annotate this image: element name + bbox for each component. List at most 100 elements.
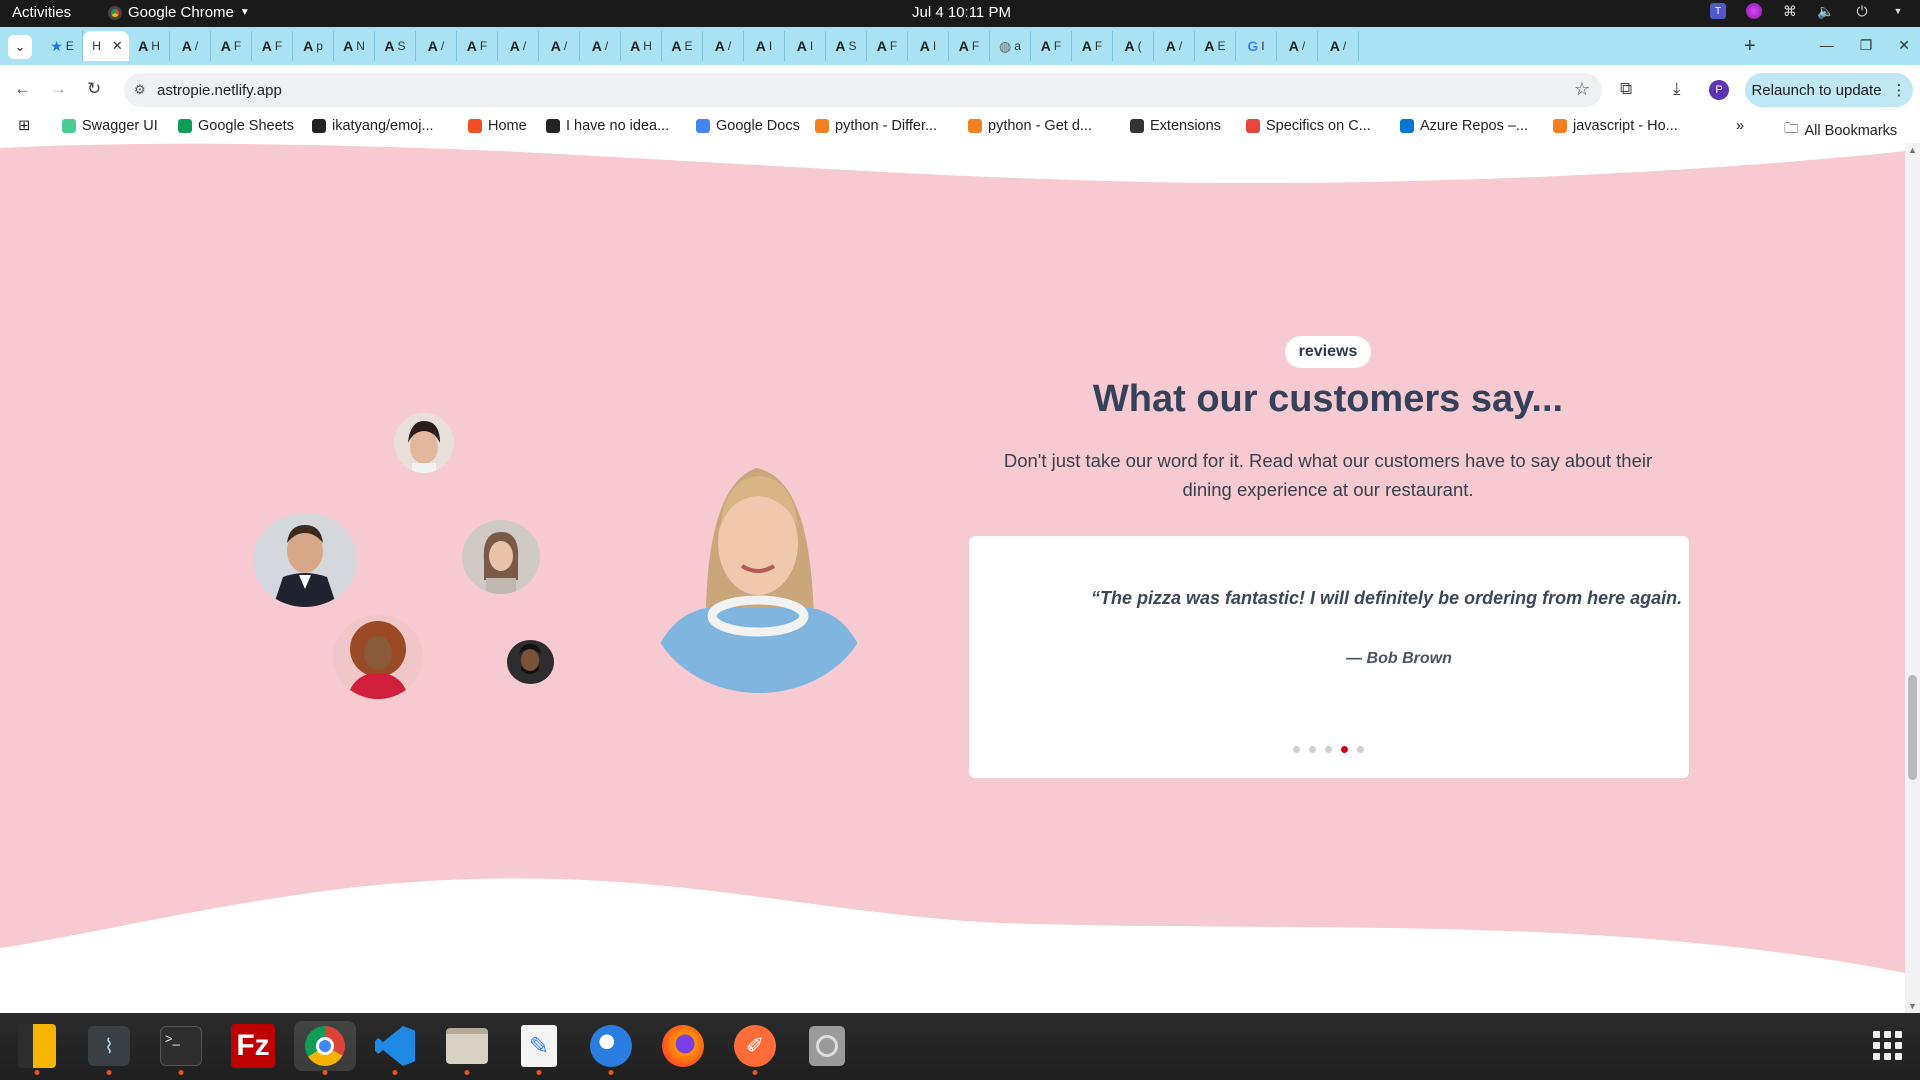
- system-monitor-launcher[interactable]: ⌇: [84, 1021, 134, 1075]
- bookmark-item[interactable]: I have no idea...: [546, 118, 669, 134]
- page-scrollbar[interactable]: ▲ ▼: [1905, 143, 1920, 1013]
- thunderbird-launcher[interactable]: [586, 1021, 636, 1075]
- carousel-dot[interactable]: [1357, 746, 1364, 753]
- postman-launcher[interactable]: ✐: [730, 1021, 780, 1075]
- relaunch-label: Relaunch to update: [1751, 81, 1882, 99]
- bookmark-item[interactable]: python - Differ...: [815, 118, 937, 134]
- volume-icon[interactable]: 🔈: [1817, 3, 1834, 19]
- network-icon[interactable]: ⌘: [1782, 3, 1798, 19]
- browser-tab[interactable]: AH: [129, 31, 170, 61]
- browser-tab[interactable]: AN: [334, 31, 375, 61]
- apps-grid-icon[interactable]: ⊞: [18, 118, 30, 134]
- app-menu[interactable]: Google Chrome ▼: [108, 4, 250, 21]
- browser-tab[interactable]: A /: [703, 31, 744, 61]
- vscode-launcher[interactable]: [370, 1021, 420, 1075]
- reload-button[interactable]: ↻: [87, 79, 101, 99]
- scroll-up-icon[interactable]: ▲: [1908, 145, 1917, 155]
- back-button[interactable]: ←: [14, 79, 31, 99]
- text-editor-launcher[interactable]: ✎: [514, 1021, 564, 1075]
- carousel-dot[interactable]: [1293, 746, 1300, 753]
- browser-tab[interactable]: AF: [252, 31, 293, 61]
- browser-tab[interactable]: AF: [1072, 31, 1113, 61]
- tab-search-button[interactable]: ⌄: [8, 35, 32, 59]
- browser-tab[interactable]: AS: [826, 31, 867, 61]
- browser-tab[interactable]: AI: [785, 31, 826, 61]
- browser-tab[interactable]: A(: [1113, 31, 1154, 61]
- site-info-icon[interactable]: ⚙: [134, 82, 146, 98]
- chrome-launcher[interactable]: [294, 1021, 356, 1075]
- download-icon[interactable]: ⤓: [1673, 79, 1681, 99]
- browser-tab[interactable]: A /: [580, 31, 621, 61]
- bookmark-item[interactable]: Swagger UI: [62, 118, 158, 134]
- close-icon[interactable]: ✕: [1898, 37, 1910, 54]
- all-bookmarks-button[interactable]: 🗀 All Bookmarks: [1784, 118, 1897, 143]
- bookmark-favicon-icon: [546, 119, 560, 133]
- browser-tab[interactable]: A /: [1277, 31, 1318, 61]
- browser-tab[interactable]: AH: [621, 31, 662, 61]
- browser-tab[interactable]: AF: [1031, 31, 1072, 61]
- url-text[interactable]: astropie.netlify.app: [157, 82, 282, 99]
- color-picker-icon[interactable]: [1746, 3, 1762, 19]
- browser-tab[interactable]: AE: [1195, 31, 1236, 61]
- profile-avatar[interactable]: P: [1709, 80, 1729, 100]
- terminal-launcher[interactable]: >_: [156, 1021, 206, 1075]
- chevron-down-icon[interactable]: ▼: [1890, 3, 1906, 19]
- browser-tab[interactable]: Ap: [293, 31, 334, 61]
- browser-tab[interactable]: A /: [1318, 31, 1359, 61]
- bookmark-item[interactable]: Google Docs: [696, 118, 800, 134]
- section-subtext: Don't just take our word for it. Read wh…: [980, 446, 1676, 504]
- browser-tab[interactable]: GI: [1236, 31, 1277, 61]
- scroll-down-icon[interactable]: ▼: [1908, 1001, 1917, 1011]
- bookmark-item[interactable]: Home: [468, 118, 527, 134]
- browser-tab[interactable]: A /: [498, 31, 539, 61]
- browser-tab[interactable]: AF: [457, 31, 498, 61]
- browser-tab[interactable]: AI: [908, 31, 949, 61]
- restore-icon[interactable]: ❐: [1860, 37, 1873, 54]
- filezilla-launcher[interactable]: Fz: [228, 1021, 278, 1071]
- browser-tab[interactable]: AE: [662, 31, 703, 61]
- extensions-icon[interactable]: ⧉: [1620, 79, 1632, 99]
- browser-tab[interactable]: AF: [867, 31, 908, 61]
- browser-tab[interactable]: A /: [1154, 31, 1195, 61]
- new-tab-button[interactable]: +: [1744, 35, 1756, 58]
- browser-tab[interactable]: AS: [375, 31, 416, 61]
- browser-tab[interactable]: H ✕: [83, 31, 129, 61]
- more-bookmarks-icon[interactable]: »: [1736, 118, 1744, 134]
- bookmark-item[interactable]: Specifics on C...: [1246, 118, 1371, 134]
- bookmark-item[interactable]: Google Sheets: [178, 118, 294, 134]
- tab-close-icon[interactable]: ✕: [112, 38, 123, 54]
- carousel-dot[interactable]: [1341, 746, 1348, 753]
- more-menu-icon[interactable]: ⋮: [1892, 81, 1907, 99]
- browser-tab[interactable]: AF: [211, 31, 252, 61]
- browser-tab[interactable]: AF: [949, 31, 990, 61]
- browser-tab[interactable]: A /: [539, 31, 580, 61]
- bookmark-item[interactable]: Extensions: [1130, 118, 1221, 134]
- firefox-launcher[interactable]: [658, 1021, 708, 1071]
- browser-tab[interactable]: ◍ a: [990, 31, 1031, 61]
- forward-button[interactable]: →: [50, 79, 67, 99]
- browser-tab[interactable]: ★ E: [42, 31, 83, 61]
- relaunch-button[interactable]: Relaunch to update ⋮: [1745, 73, 1913, 107]
- browser-tab[interactable]: A /: [170, 31, 211, 61]
- address-bar[interactable]: ⚙ astropie.netlify.app ☆: [124, 73, 1602, 107]
- browser-tab[interactable]: AI: [744, 31, 785, 61]
- minimize-icon[interactable]: —: [1820, 37, 1834, 54]
- bookmark-star-icon[interactable]: ☆: [1574, 79, 1590, 100]
- astro-favicon-icon: A: [958, 38, 969, 54]
- power-icon[interactable]: ⏻: [1854, 3, 1870, 19]
- carousel-dot[interactable]: [1309, 746, 1316, 753]
- bookmark-item[interactable]: python - Get d...: [968, 118, 1092, 134]
- teams-icon[interactable]: T: [1710, 3, 1726, 19]
- browser-tab[interactable]: A /: [416, 31, 457, 61]
- disk-utility-launcher[interactable]: [802, 1021, 852, 1071]
- activities-button[interactable]: Activities: [12, 4, 71, 21]
- bookmark-item[interactable]: ikatyang/emoj...: [312, 118, 434, 134]
- scrollbar-thumb[interactable]: [1908, 675, 1917, 780]
- carousel-dot[interactable]: [1325, 746, 1332, 753]
- bookmark-item[interactable]: Azure Repos –...: [1400, 118, 1528, 134]
- bookmark-item[interactable]: javascript - Ho...: [1553, 118, 1678, 134]
- files-launcher[interactable]: [442, 1021, 492, 1075]
- notes-app-launcher[interactable]: [12, 1021, 62, 1075]
- show-apps-grid-icon[interactable]: [1873, 1031, 1902, 1060]
- clock[interactable]: Jul 4 10:11 PM: [912, 4, 1011, 21]
